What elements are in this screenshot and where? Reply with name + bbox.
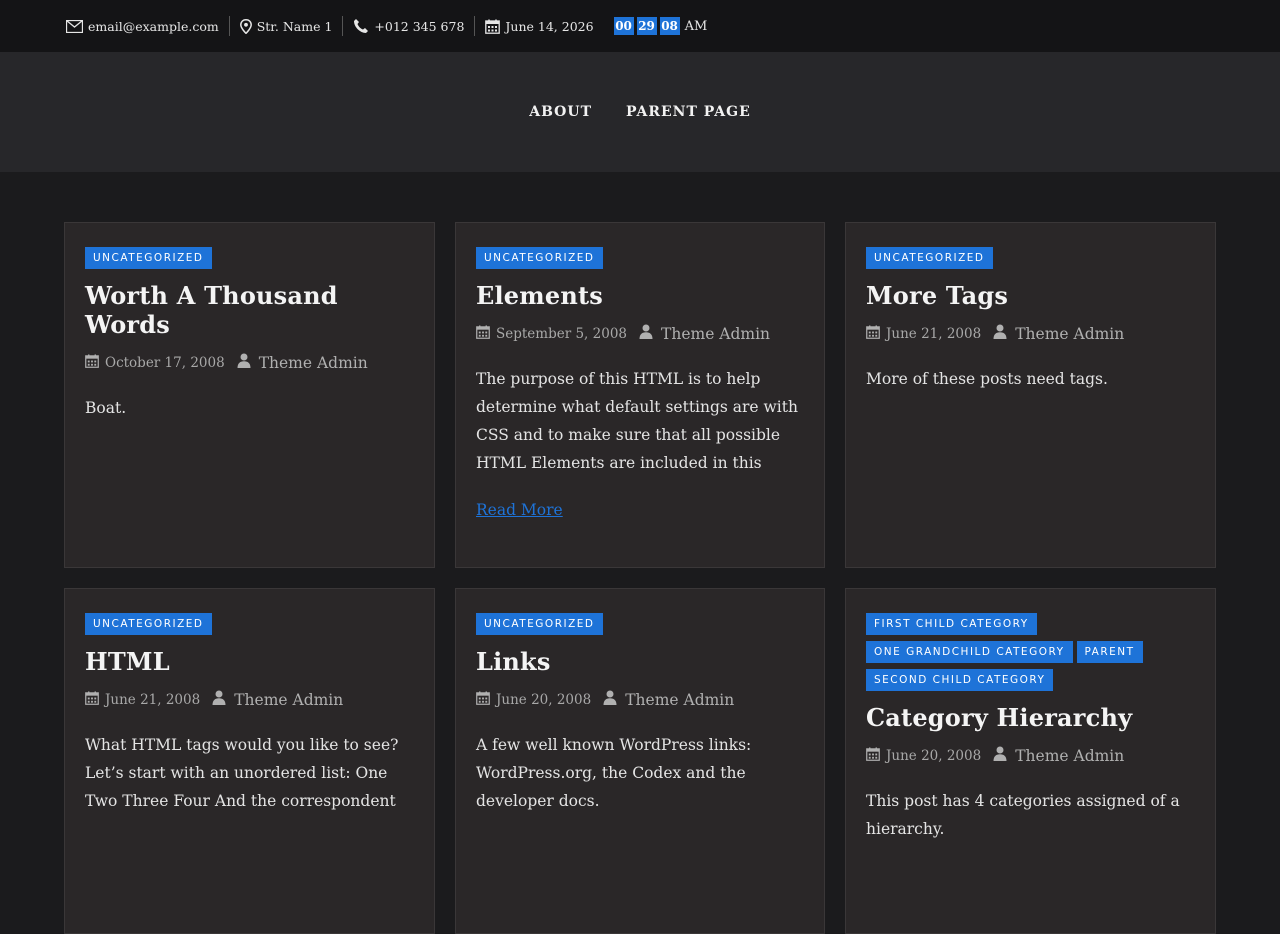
post-meta: September 5, 2008 Theme Admin <box>476 324 804 343</box>
category-badge[interactable]: FIRST CHILD CATEGORY <box>866 613 1037 635</box>
post-excerpt: A few well known WordPress links: WordPr… <box>476 736 752 810</box>
post-author-name: Theme Admin <box>258 353 368 372</box>
post-author[interactable]: Theme Admin <box>603 690 734 709</box>
address-info: Str. Name 1 <box>230 16 343 36</box>
post-title[interactable]: Worth A Thousand Words <box>85 281 414 339</box>
post-card: UNCATEGORIZED HTML June 21, 2008 Theme A… <box>64 588 435 934</box>
user-icon <box>993 324 1007 343</box>
envelope-icon <box>66 19 83 33</box>
posts-grid: UNCATEGORIZED Worth A Thousand Words Oct… <box>64 222 1216 934</box>
category-badge[interactable]: SECOND CHILD CATEGORY <box>866 669 1054 691</box>
post-author-name: Theme Admin <box>234 690 344 709</box>
post-excerpt: Boat. <box>85 399 127 417</box>
post-card: UNCATEGORIZED Elements September 5, 2008… <box>455 222 825 568</box>
post-card: UNCATEGORIZED Links June 20, 2008 Theme … <box>455 588 825 934</box>
calendar-icon <box>866 324 880 343</box>
post-author-name: Theme Admin <box>1015 324 1125 343</box>
post-categories: UNCATEGORIZED <box>85 613 414 635</box>
email-text: email@example.com <box>88 18 219 34</box>
calendar-icon <box>476 690 490 709</box>
calendar-icon <box>85 353 99 372</box>
phone-icon <box>353 18 369 34</box>
user-icon <box>993 746 1007 765</box>
user-icon <box>603 690 617 709</box>
clock-ampm: AM <box>684 18 708 34</box>
category-badge[interactable]: UNCATEGORIZED <box>85 613 212 635</box>
user-icon <box>212 690 226 709</box>
nav-item-parent-page[interactable]: PARENT PAGE <box>626 104 751 120</box>
post-title[interactable]: Category Hierarchy <box>866 703 1195 732</box>
map-marker-icon <box>239 18 252 34</box>
post-author[interactable]: Theme Admin <box>993 746 1124 765</box>
phone-text: +012 345 678 <box>374 18 465 34</box>
post-date[interactable]: June 21, 2008 <box>886 326 981 342</box>
address-text: Str. Name 1 <box>256 18 333 34</box>
calendar-icon <box>485 19 501 34</box>
post-date[interactable]: October 17, 2008 <box>105 355 225 371</box>
post-date[interactable]: September 5, 2008 <box>496 326 627 342</box>
clock-hours: 00 <box>613 17 634 35</box>
post-author-name: Theme Admin <box>625 690 735 709</box>
post-card: UNCATEGORIZED More Tags June 21, 2008 Th… <box>845 222 1216 568</box>
post-meta: June 20, 2008 Theme Admin <box>476 690 804 709</box>
post-title[interactable]: Elements <box>476 281 804 310</box>
category-badge[interactable]: UNCATEGORIZED <box>866 247 993 269</box>
post-meta: October 17, 2008 Theme Admin <box>85 353 414 372</box>
post-title[interactable]: More Tags <box>866 281 1195 310</box>
phone-info[interactable]: +012 345 678 <box>343 16 474 36</box>
post-categories: UNCATEGORIZED <box>866 247 1195 269</box>
post-excerpt: This post has 4 categories assigned of a… <box>866 792 1180 838</box>
email-info[interactable]: email@example.com <box>66 16 229 36</box>
post-author[interactable]: Theme Admin <box>237 353 368 372</box>
post-categories: UNCATEGORIZED <box>85 247 414 269</box>
post-date[interactable]: June 20, 2008 <box>886 748 981 764</box>
post-author[interactable]: Theme Admin <box>212 690 343 709</box>
clock-minutes: 29 <box>636 17 657 35</box>
post-meta: June 21, 2008 Theme Admin <box>866 324 1195 343</box>
calendar-icon <box>866 746 880 765</box>
post-date[interactable]: June 20, 2008 <box>496 692 591 708</box>
main-navigation: ABOUT PARENT PAGE <box>0 52 1280 172</box>
post-categories: UNCATEGORIZED <box>476 613 804 635</box>
post-author[interactable]: Theme Admin <box>639 324 770 343</box>
post-meta: June 20, 2008 Theme Admin <box>866 746 1195 765</box>
post-card: UNCATEGORIZED Worth A Thousand Words Oct… <box>64 222 435 568</box>
nav-item-about[interactable]: ABOUT <box>529 104 592 120</box>
post-excerpt: The purpose of this HTML is to help dete… <box>476 370 798 472</box>
top-bar: email@example.com Str. Name 1 +012 345 6… <box>0 0 1280 52</box>
post-card: FIRST CHILD CATEGORY ONE GRANDCHILD CATEG… <box>845 588 1216 934</box>
date-info: June 14, 2026 <box>475 16 603 36</box>
date-text: June 14, 2026 <box>505 18 594 34</box>
read-more-link[interactable]: Read More <box>476 501 563 519</box>
clock-seconds: 08 <box>659 17 680 35</box>
category-badge[interactable]: PARENT <box>1076 641 1143 663</box>
user-icon <box>639 324 653 343</box>
user-icon <box>237 353 251 372</box>
post-excerpt: More of these posts need tags. <box>866 370 1108 388</box>
clock: 00 29 08 AM <box>613 17 708 35</box>
post-author-name: Theme Admin <box>1015 746 1125 765</box>
post-author-name: Theme Admin <box>661 324 771 343</box>
post-title[interactable]: Links <box>476 647 804 676</box>
post-excerpt: What HTML tags would you like to see? Le… <box>85 736 399 810</box>
post-title[interactable]: HTML <box>85 647 414 676</box>
category-badge[interactable]: ONE GRANDCHILD CATEGORY <box>866 641 1073 663</box>
post-author[interactable]: Theme Admin <box>993 324 1124 343</box>
calendar-icon <box>476 324 490 343</box>
category-badge[interactable]: UNCATEGORIZED <box>476 247 603 269</box>
post-date[interactable]: June 21, 2008 <box>105 692 200 708</box>
category-badge[interactable]: UNCATEGORIZED <box>85 247 212 269</box>
calendar-icon <box>85 690 99 709</box>
post-meta: June 21, 2008 Theme Admin <box>85 690 414 709</box>
category-badge[interactable]: UNCATEGORIZED <box>476 613 603 635</box>
post-categories: FIRST CHILD CATEGORY ONE GRANDCHILD CATEG… <box>866 613 1195 691</box>
post-categories: UNCATEGORIZED <box>476 247 804 269</box>
